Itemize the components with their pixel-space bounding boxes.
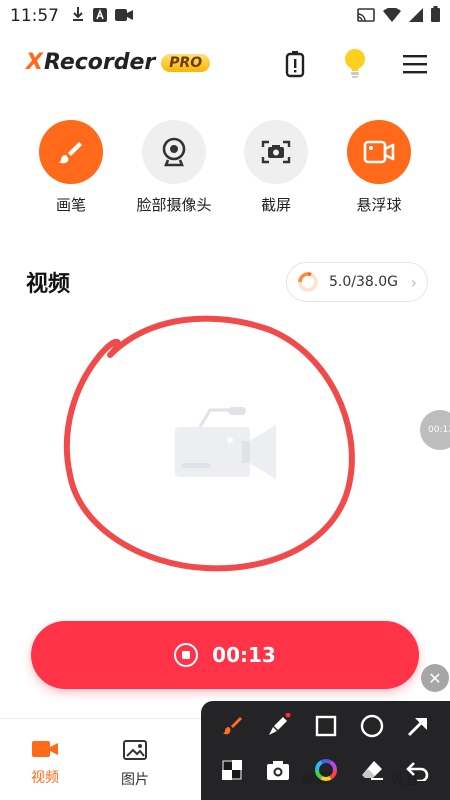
highlighter-tool[interactable] xyxy=(263,711,293,741)
section-title: 视频 xyxy=(26,272,71,297)
chevron-right-icon: › xyxy=(410,272,417,292)
highlighter-icon xyxy=(269,713,291,735)
storage-text: 5.0/38.0G xyxy=(329,274,399,290)
drawing-toolbar xyxy=(201,701,450,800)
wifi-icon xyxy=(383,6,401,26)
logo-x: X xyxy=(26,50,43,75)
bubble-timer: 00:12 xyxy=(428,425,450,435)
close-toolbar-button[interactable]: ✕ xyxy=(421,664,449,692)
screenshot-tool[interactable] xyxy=(263,755,293,785)
stop-recording-button[interactable]: 00:13 xyxy=(31,621,419,689)
screenshot-button[interactable] xyxy=(244,120,308,184)
video-record-status-icon xyxy=(115,7,133,26)
tool-face-cam[interactable]: 脸部摄像头 xyxy=(124,120,224,215)
status-bar: 11:57 xyxy=(0,0,450,32)
status-time: 11:57 xyxy=(10,6,59,26)
tool-label: 画笔 xyxy=(55,196,86,214)
rectangle-icon xyxy=(315,715,337,737)
nav-video[interactable]: 视频 xyxy=(10,739,80,787)
lightbulb-icon xyxy=(345,49,365,78)
cast-icon xyxy=(357,7,375,26)
undo-tool[interactable] xyxy=(403,755,433,785)
pro-badge[interactable]: PRO xyxy=(161,53,211,72)
tool-screenshot[interactable]: 截屏 xyxy=(226,120,326,215)
floating-ball-button[interactable] xyxy=(347,120,411,184)
nav-label: 视频 xyxy=(31,770,59,786)
menu-button[interactable] xyxy=(399,48,431,80)
storage-indicator[interactable]: 5.0/38.0G › xyxy=(286,262,428,302)
video-camera-icon xyxy=(32,741,58,757)
tool-brush[interactable]: 画笔 xyxy=(21,120,121,215)
eraser-icon xyxy=(362,761,383,780)
battery-optimize-button[interactable] xyxy=(279,48,311,80)
download-icon xyxy=(71,6,85,26)
undo-icon xyxy=(406,762,429,781)
circle-tool[interactable] xyxy=(357,711,387,741)
arrow-tool[interactable] xyxy=(403,711,433,741)
mosaic-tool[interactable] xyxy=(217,755,247,785)
app-logo: X Recorder PRO xyxy=(26,50,211,75)
brush-button[interactable] xyxy=(39,120,103,184)
record-timer: 00:13 xyxy=(212,643,276,667)
tool-floating-ball[interactable]: 悬浮球 xyxy=(329,120,429,215)
floating-recorder-bubble[interactable]: 00:12 xyxy=(420,410,450,450)
floating-camera-icon xyxy=(363,140,395,164)
pen-tool[interactable] xyxy=(217,711,247,741)
tool-label: 悬浮球 xyxy=(356,196,402,214)
camera-icon xyxy=(267,761,289,780)
brush-icon xyxy=(59,142,82,164)
battery-icon xyxy=(431,6,440,26)
brush-icon xyxy=(223,717,242,735)
image-icon xyxy=(123,740,147,760)
rectangle-tool[interactable] xyxy=(311,711,341,741)
logo-text: Recorder xyxy=(43,50,156,75)
arrow-icon xyxy=(407,717,427,737)
face-cam-button[interactable] xyxy=(142,120,206,184)
tips-button[interactable] xyxy=(339,48,371,80)
close-icon: ✕ xyxy=(428,668,442,688)
eraser-tool[interactable] xyxy=(357,755,387,785)
circle-icon xyxy=(360,714,384,738)
webcam-icon xyxy=(162,137,186,167)
screenshot-camera-icon xyxy=(261,140,291,164)
app-a-icon xyxy=(93,7,107,26)
stop-icon xyxy=(174,643,199,667)
signal-icon xyxy=(409,7,423,26)
mosaic-icon xyxy=(222,760,242,780)
hamburger-menu-icon xyxy=(403,55,427,74)
color-wheel-icon xyxy=(315,759,337,781)
color-picker-tool[interactable] xyxy=(311,755,341,785)
tool-label: 截屏 xyxy=(260,196,291,214)
empty-video-camera-icon xyxy=(175,407,276,479)
battery-alert-icon xyxy=(285,51,305,78)
tool-label: 脸部摄像头 xyxy=(136,196,212,214)
storage-ring-icon xyxy=(298,272,318,292)
nav-label: 图片 xyxy=(121,772,149,788)
nav-images[interactable]: 图片 xyxy=(100,739,170,789)
